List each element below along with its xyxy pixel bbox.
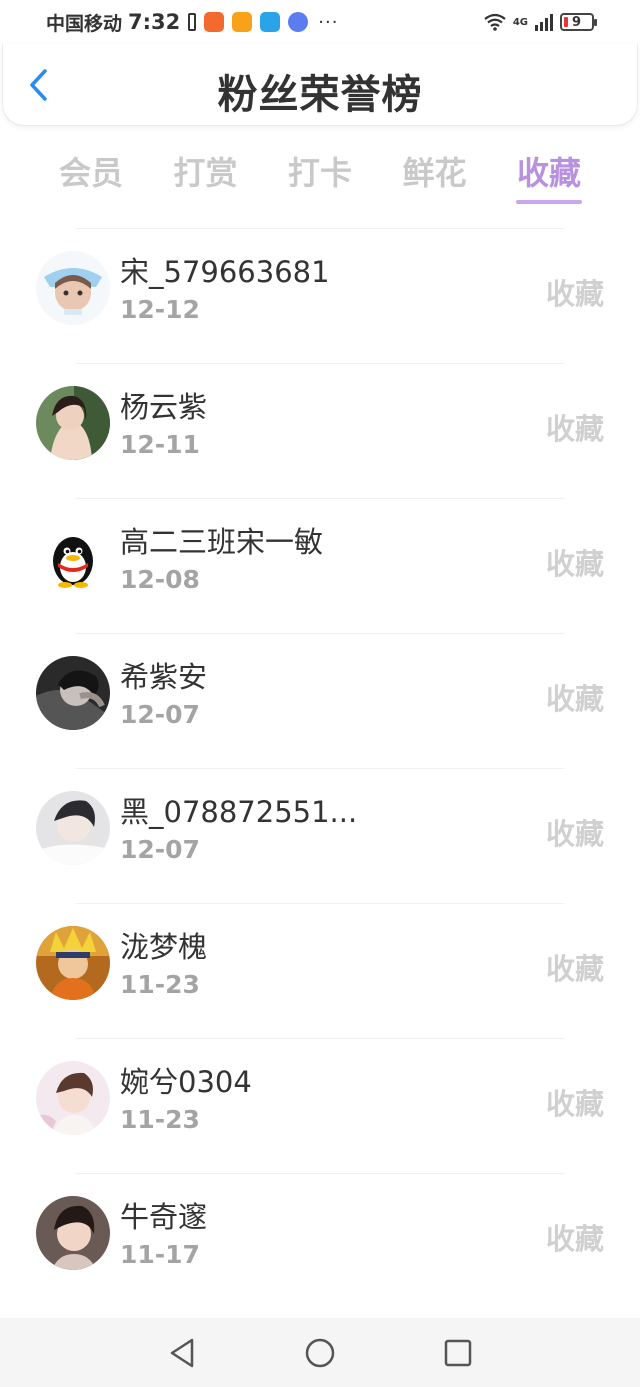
action-label: 收藏 xyxy=(545,817,604,851)
tab-label: 收藏 xyxy=(516,154,581,192)
user-name: 杨云紫 xyxy=(120,390,208,424)
favorite-date: 11-23 xyxy=(120,1105,200,1134)
tab-checkin[interactable]: 打卡 xyxy=(265,140,375,210)
page-title: 粉丝荣誉榜 xyxy=(217,72,423,118)
list-item: 希紫安 12-07 收藏 xyxy=(36,633,604,768)
cartoon-avatar-icon xyxy=(36,251,110,325)
signal-icon xyxy=(535,14,553,31)
action-label: 收藏 xyxy=(545,547,604,581)
penguin-avatar-icon xyxy=(36,521,110,595)
photo-avatar-icon xyxy=(36,1196,110,1270)
action-label: 收藏 xyxy=(545,277,604,311)
app-notification-icon xyxy=(204,12,225,32)
status-left: 中国移动 7:32 ··· xyxy=(46,9,338,36)
photo-avatar-icon xyxy=(36,386,110,460)
avatar xyxy=(36,926,110,1000)
list-item: 牛奇邃 11-17 收藏 xyxy=(36,1173,604,1308)
battery-level xyxy=(564,17,568,27)
avatar xyxy=(36,791,110,865)
anime-avatar-icon xyxy=(36,926,110,1000)
favorite-date: 12-11 xyxy=(120,430,200,459)
user-name: 泷梦槐 xyxy=(120,930,208,964)
avatar xyxy=(36,656,110,730)
favorite-date: 11-23 xyxy=(120,970,200,999)
weather-icon xyxy=(260,12,281,32)
action-label: 收藏 xyxy=(545,1087,604,1121)
recents-nav-button[interactable] xyxy=(441,1336,475,1370)
photo-avatar-icon xyxy=(36,656,110,730)
active-tab-indicator xyxy=(516,200,582,204)
fan-row[interactable]: 婉兮0304 11-23 收藏 xyxy=(0,1039,640,1174)
avatar xyxy=(36,386,110,460)
action-label: 收藏 xyxy=(545,1222,604,1256)
triangle-back-icon xyxy=(170,1338,194,1367)
status-bar: 中国移动 7:32 ··· 4G 9 xyxy=(0,0,640,44)
network-type: 4G xyxy=(512,16,528,28)
avatar xyxy=(36,521,110,595)
list-item: 高二三班宋一敏 12-08 收藏 xyxy=(36,498,604,633)
tab-reward[interactable]: 打赏 xyxy=(151,140,261,210)
fan-row[interactable]: 牛奇邃 11-17 收藏 xyxy=(0,1174,640,1309)
more-notifications-icon: ··· xyxy=(318,11,339,33)
tab-bar: 会员 打赏 打卡 鲜花 收藏 xyxy=(36,140,604,210)
fan-row[interactable]: 杨云紫 12-11 收藏 xyxy=(0,364,640,499)
circle-home-icon xyxy=(305,1338,335,1367)
user-name: 牛奇邃 xyxy=(120,1200,208,1234)
action-label: 收藏 xyxy=(545,682,604,716)
tab-flowers[interactable]: 鲜花 xyxy=(380,140,490,210)
battery-percent: 9 xyxy=(572,14,582,30)
user-name: 希紫安 xyxy=(120,660,208,694)
home-nav-button[interactable] xyxy=(303,1336,337,1370)
avatar xyxy=(36,1196,110,1270)
action-label: 收藏 xyxy=(545,952,604,986)
favorite-date: 12-07 xyxy=(120,700,200,729)
fan-row[interactable]: 高二三班宋一敏 12-08 收藏 xyxy=(0,499,640,634)
fan-row[interactable]: 黑_078872551... 12-07 收藏 xyxy=(0,769,640,904)
clock: 7:32 xyxy=(128,10,181,34)
tab-favorites[interactable]: 收藏 xyxy=(494,140,604,210)
fan-row[interactable]: 希紫安 12-07 收藏 xyxy=(0,634,640,769)
video-app-icon xyxy=(232,12,253,32)
music-icon xyxy=(288,12,309,32)
system-navigation-bar xyxy=(0,1318,640,1387)
user-name: 高二三班宋一敏 xyxy=(120,525,324,559)
wifi-icon xyxy=(484,13,506,31)
status-right: 4G 9 xyxy=(483,13,597,31)
avatar xyxy=(36,251,110,325)
list-item: 黑_078872551... 12-07 收藏 xyxy=(36,768,604,903)
tab-label: 鲜花 xyxy=(402,154,467,192)
square-recents-icon xyxy=(444,1339,472,1366)
photo-avatar-icon xyxy=(36,791,110,865)
fan-row[interactable]: 宋_579663681 12-12 收藏 xyxy=(0,229,640,364)
fan-row[interactable]: 泷梦槐 11-23 收藏 xyxy=(0,904,640,1039)
action-label: 收藏 xyxy=(545,412,604,446)
back-nav-button[interactable] xyxy=(165,1336,199,1370)
alert-icon xyxy=(188,13,197,31)
tab-label: 打卡 xyxy=(287,154,352,192)
list-item: 宋_579663681 12-12 收藏 xyxy=(36,228,604,363)
photo-avatar-icon xyxy=(36,1061,110,1135)
user-name: 婉兮0304 xyxy=(120,1065,252,1099)
battery-icon: 9 xyxy=(560,13,597,31)
favorite-date: 11-17 xyxy=(120,1240,200,1269)
list-item: 杨云紫 12-11 收藏 xyxy=(36,363,604,498)
favorite-date: 12-07 xyxy=(120,835,200,864)
tab-label: 会员 xyxy=(58,154,123,192)
favorite-date: 12-08 xyxy=(120,565,200,594)
list-item: 泷梦槐 11-23 收藏 xyxy=(36,903,604,1038)
favorite-date: 12-12 xyxy=(120,295,200,324)
fan-honor-page: 中国移动 7:32 ··· 4G 9 粉丝荣誉榜 会员 打赏 打卡 鲜花 收藏 … xyxy=(0,0,640,1387)
carrier-label: 中国移动 xyxy=(46,12,123,35)
list-item: 婉兮0304 11-23 收藏 xyxy=(36,1038,604,1173)
user-name: 宋_579663681 xyxy=(120,255,330,289)
tab-label: 打赏 xyxy=(173,154,238,192)
header: 粉丝荣誉榜 xyxy=(2,44,638,126)
fan-list: 宋_579663681 12-12 收藏 杨云紫 12-11 收藏 高二三班宋一… xyxy=(0,228,640,1308)
avatar xyxy=(36,1061,110,1135)
user-name: 黑_078872551... xyxy=(120,795,358,829)
tab-member[interactable]: 会员 xyxy=(36,140,146,210)
